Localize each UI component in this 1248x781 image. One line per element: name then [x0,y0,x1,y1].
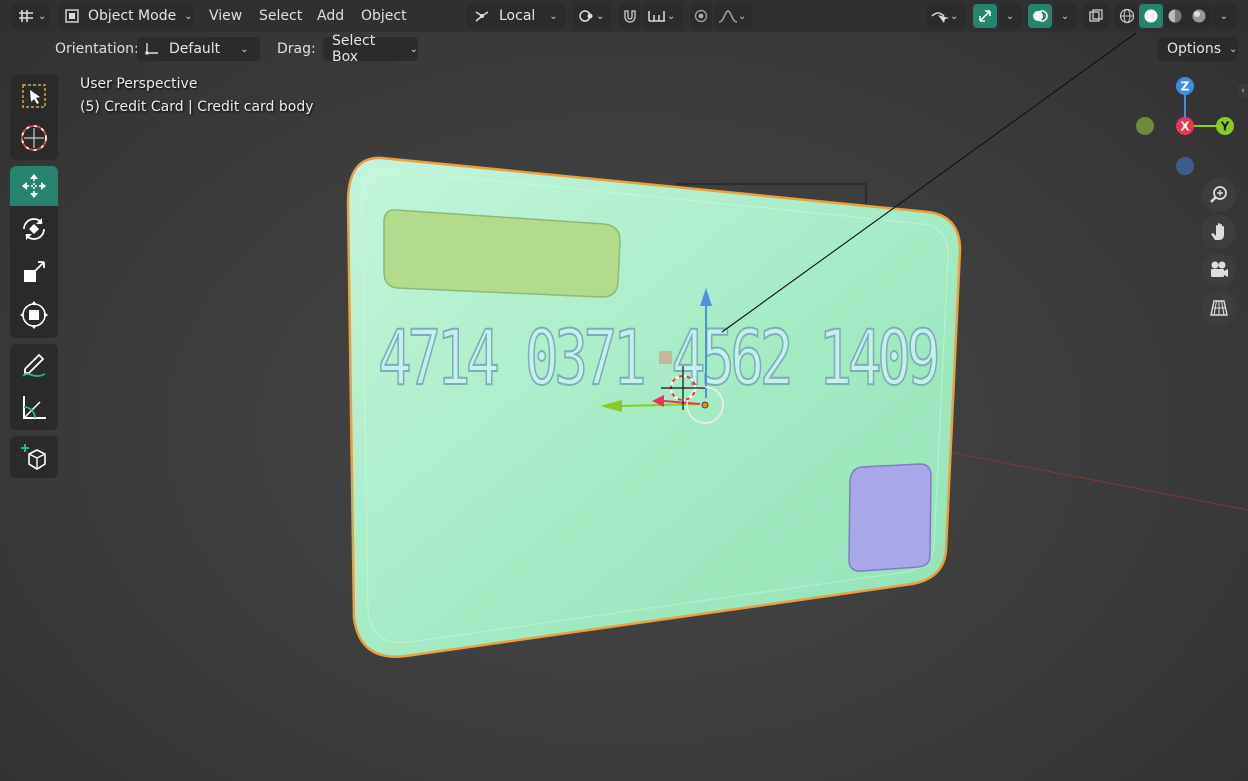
tool-rotate[interactable] [10,209,58,249]
measure-icon [23,396,46,419]
gizmo-z-label: Z [1181,80,1190,94]
tool-transform[interactable] [10,295,58,335]
toolbar-group-select [10,74,58,160]
viewport-scene[interactable]: 4714 0371 4562 1409 [0,0,1248,781]
gizmo-neg-y-ball[interactable] [1136,117,1154,135]
chevron-left-icon: ‹ [1241,86,1245,96]
sidebar-toggle[interactable]: ‹ [1238,84,1248,98]
tool-move[interactable] [10,166,58,206]
camera-icon [1211,261,1228,277]
scale-icon [24,261,45,282]
object-info: (5) Credit Card | Credit card body [80,99,314,115]
add-cube-icon [21,444,46,470]
gizmo-neg-z-ball[interactable] [1176,157,1194,175]
object-origin [701,401,709,409]
gizmo-x-label: X [1180,120,1190,134]
camera-view-button[interactable] [1202,253,1236,287]
move-icon [22,174,46,198]
tool-select-box[interactable] [10,76,58,116]
toolbar-group-add [10,436,58,478]
gizmo-plane-handle[interactable] [659,351,672,364]
card-chip[interactable] [383,209,621,298]
tool-add-cube[interactable] [10,437,58,477]
tool-measure[interactable] [10,388,58,428]
card-square-patch[interactable] [848,463,932,572]
annotate-icon [22,353,46,377]
hand-icon [1211,223,1224,240]
toolbar-group-annotate [10,344,58,430]
cursor-icon [21,125,47,151]
zoom-icon [1210,186,1227,203]
view-name: User Perspective [80,76,198,92]
zoom-button[interactable] [1202,178,1236,212]
tool-annotate[interactable] [10,346,58,386]
tool-cursor[interactable] [10,118,58,158]
navigation-gizmo[interactable]: Z Y X [1130,72,1240,182]
perspective-toggle-button[interactable] [1202,291,1236,325]
select-box-icon [22,84,46,108]
toolbar-group-transform [10,166,58,338]
transform-icon [20,301,48,329]
tool-scale[interactable] [10,252,58,292]
rotate-icon [23,218,45,240]
gizmo-y-label: Y [1220,120,1230,134]
grid-icon [1210,300,1228,316]
card-number[interactable]: 4714 0371 4562 1409 [377,312,944,403]
pan-button[interactable] [1202,215,1236,249]
